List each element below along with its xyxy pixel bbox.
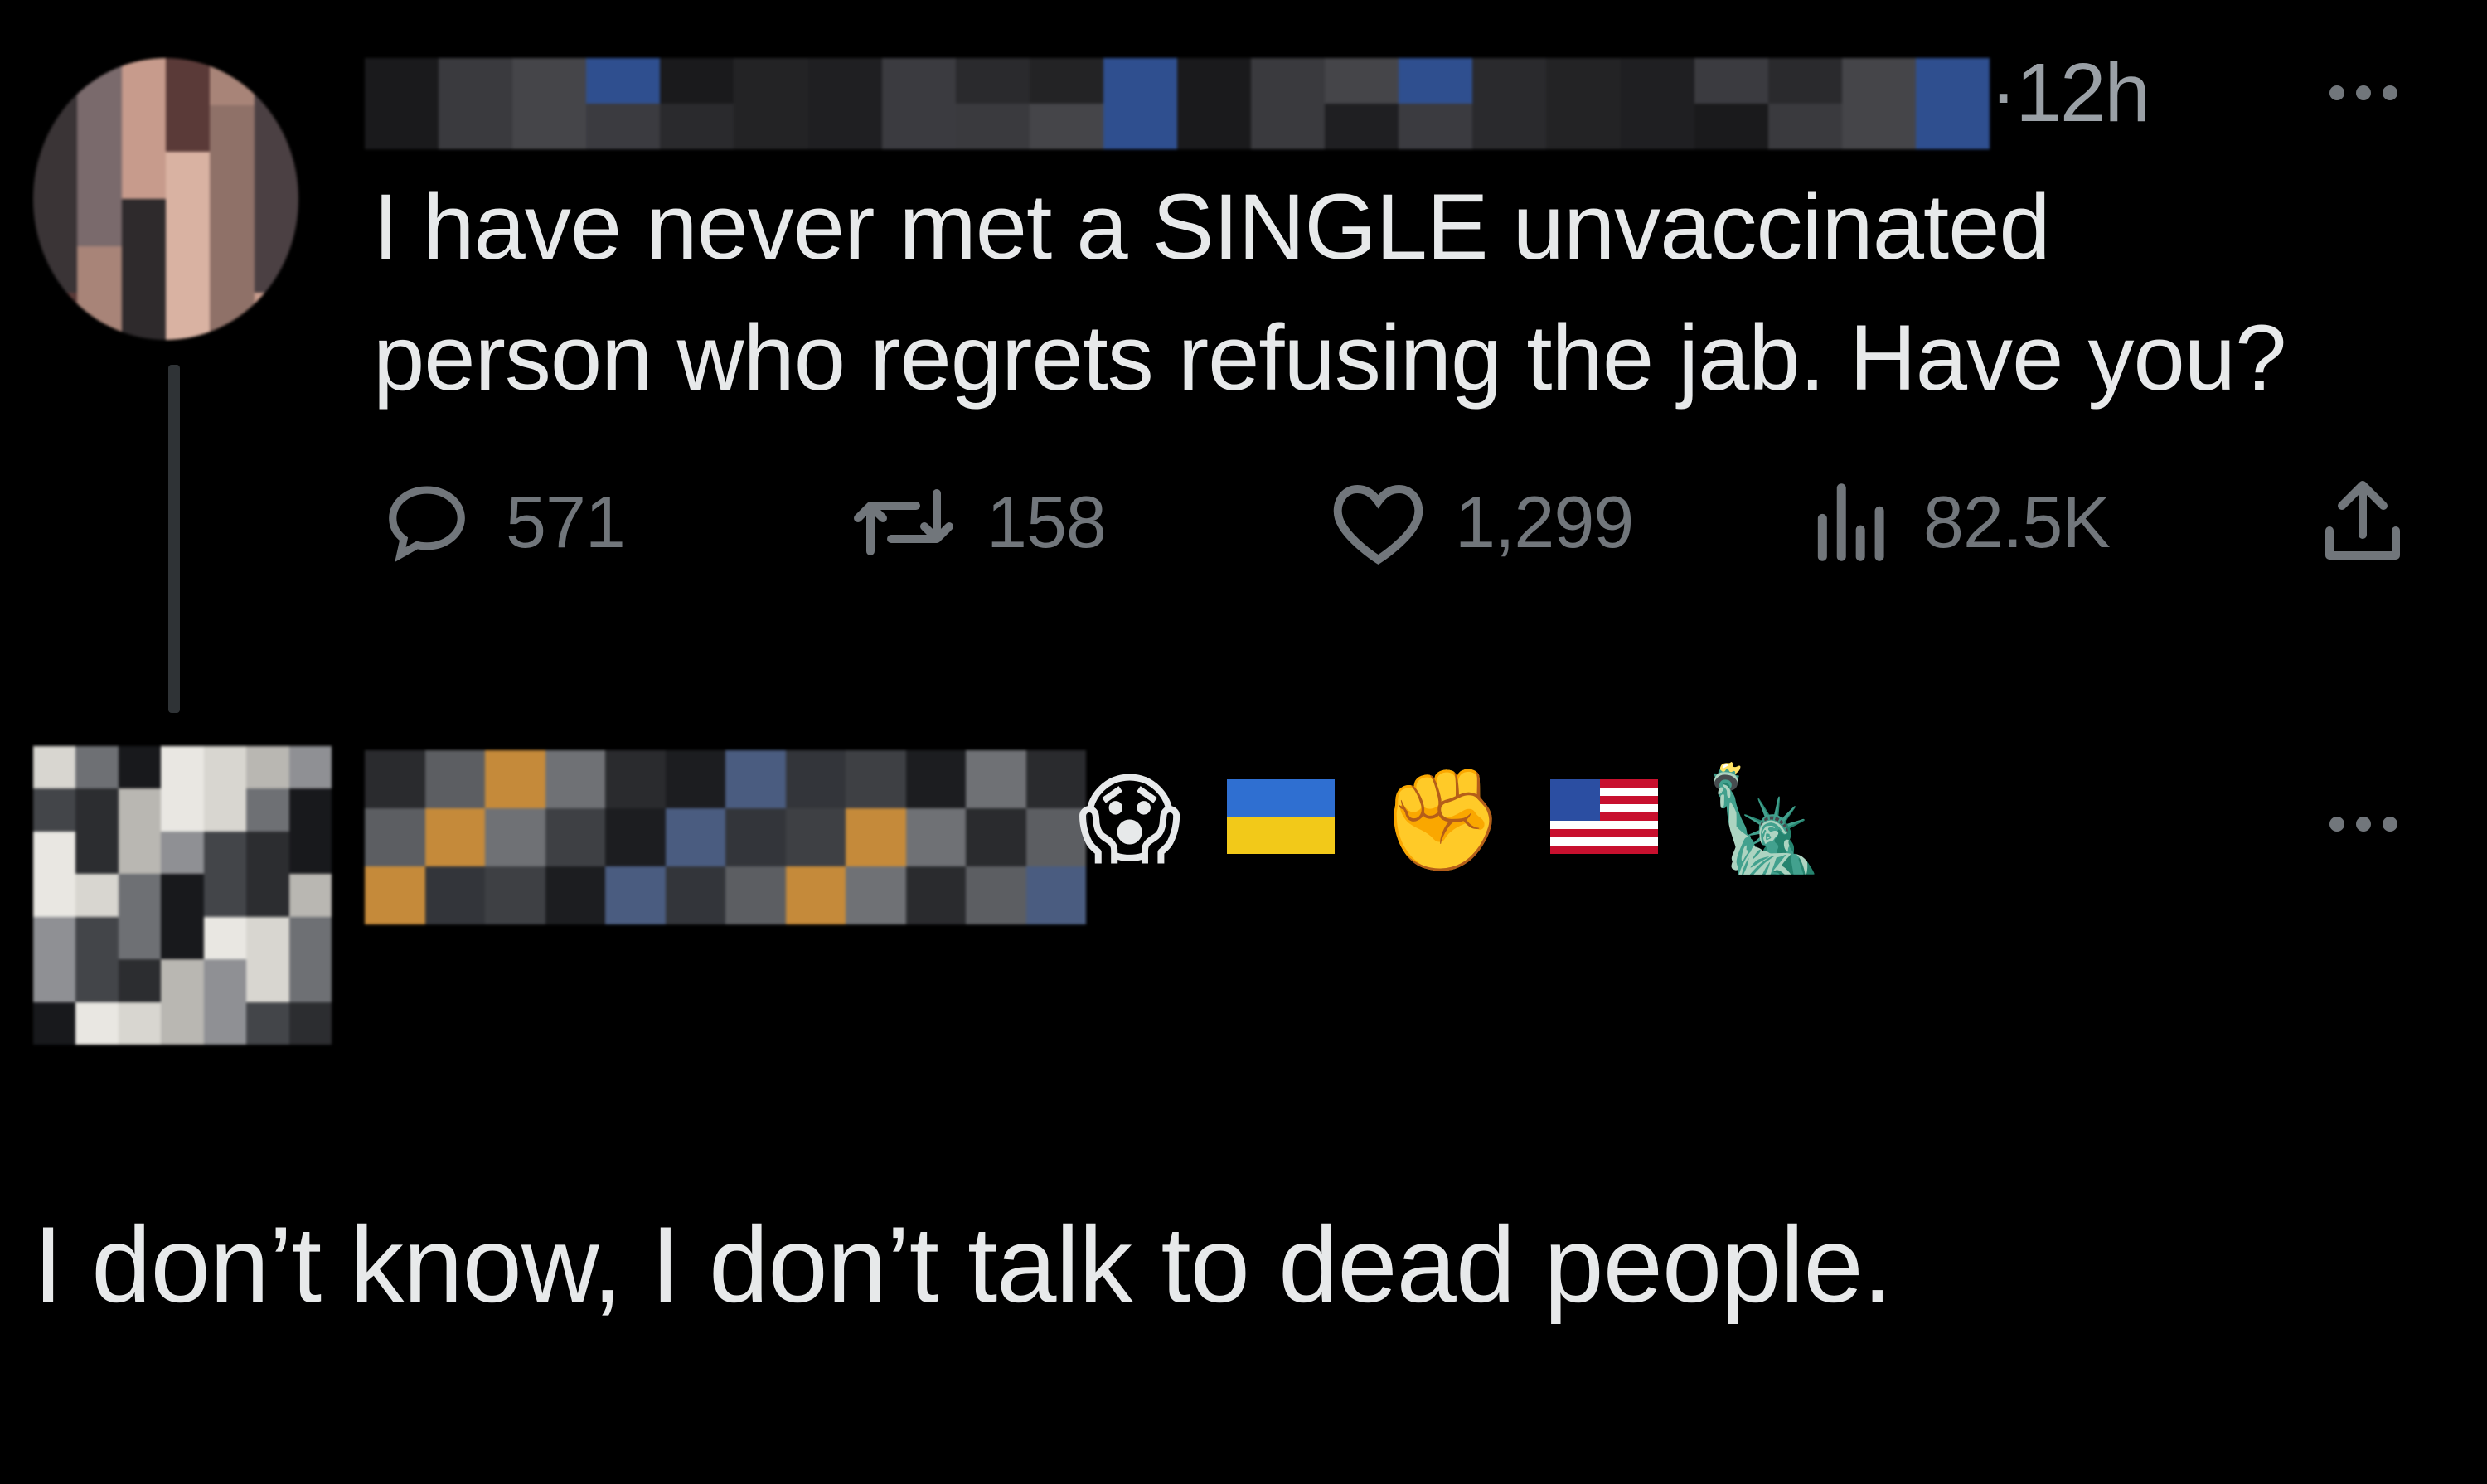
share-button[interactable] bbox=[2313, 468, 2412, 576]
more-icon[interactable] bbox=[2329, 85, 2397, 100]
tweet-actions: 571 158 1,299 82.5K bbox=[373, 468, 2429, 576]
views-button[interactable]: 82.5K bbox=[1807, 468, 2111, 576]
author-name-redacted[interactable] bbox=[365, 58, 1990, 149]
emoji-statue-of-liberty: 🗽 bbox=[1703, 763, 1827, 878]
like-button[interactable]: 1,299 bbox=[1326, 468, 1634, 576]
reply-name-emojis: 😱 ✊ 🗽 bbox=[1078, 754, 1827, 887]
views-icon bbox=[1817, 483, 1884, 561]
emoji-flag-usa bbox=[1549, 771, 1658, 871]
tweet-timestamp[interactable]: ·12h bbox=[1990, 46, 2150, 141]
tweet-text-line-1: I have never met a SINGLE unvaccinated bbox=[373, 175, 2051, 279]
reply-author-redacted[interactable] bbox=[365, 750, 1086, 924]
emoji-face-screaming: 😱 bbox=[1078, 763, 1182, 878]
avatar[interactable] bbox=[33, 58, 298, 340]
heart-icon bbox=[1333, 484, 1423, 565]
like-count: 1,299 bbox=[1455, 481, 1634, 563]
tweet-text: I have never met a SINGLE unvaccinated p… bbox=[373, 162, 2446, 424]
reply-text: I don’t know, I don’t talk to dead peopl… bbox=[33, 1204, 1893, 1325]
reply-button[interactable]: 571 bbox=[373, 468, 626, 576]
reply-count: 571 bbox=[506, 481, 626, 563]
share-icon bbox=[2325, 481, 2400, 560]
tweet-text-line-2: person who regrets refusing the jab. Hav… bbox=[373, 306, 2286, 410]
thread-line bbox=[168, 365, 180, 713]
more-icon[interactable] bbox=[2329, 817, 2397, 832]
retweet-count: 158 bbox=[987, 481, 1107, 563]
views-count: 82.5K bbox=[1923, 481, 2111, 563]
retweet-button[interactable]: 158 bbox=[846, 468, 1107, 576]
reply-icon bbox=[389, 486, 465, 563]
reply-avatar[interactable] bbox=[33, 746, 332, 1045]
emoji-flag-ukraine bbox=[1227, 771, 1336, 871]
emoji-raised-fist: ✊ bbox=[1380, 763, 1505, 878]
retweet-icon bbox=[854, 489, 953, 555]
